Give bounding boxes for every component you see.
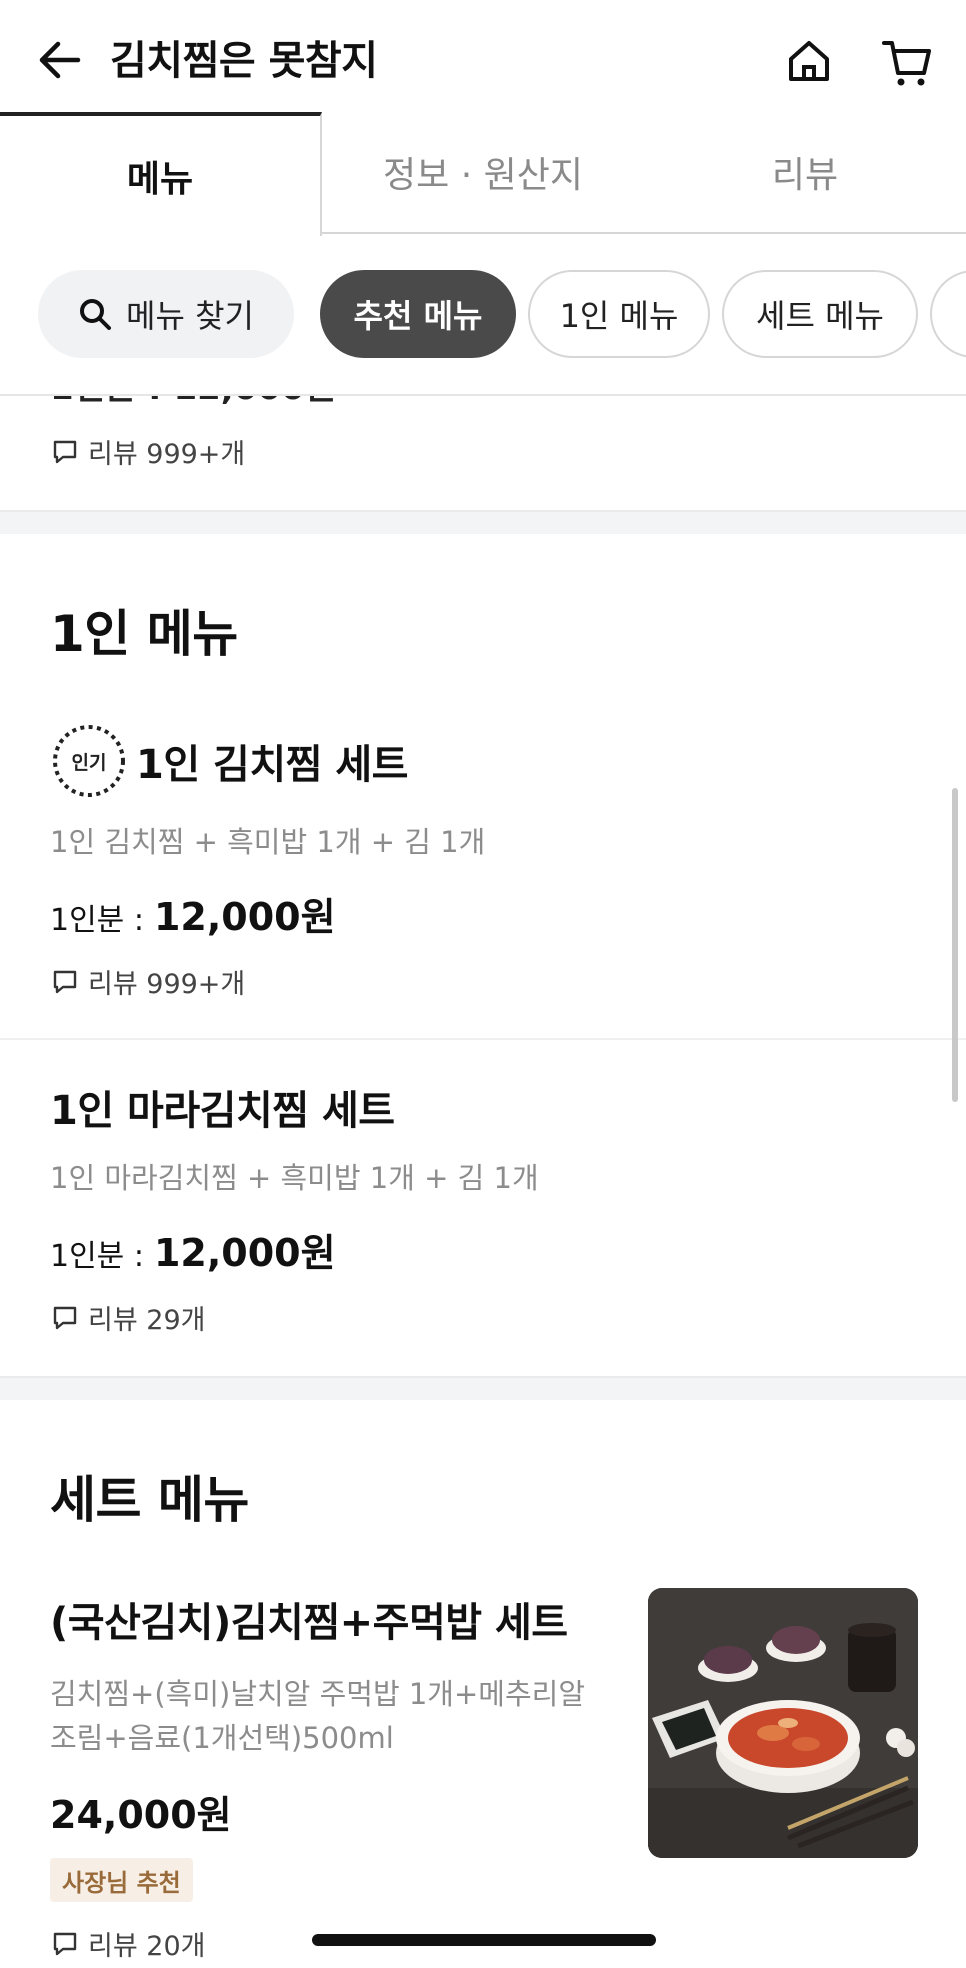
- menu-item-name: (국산김치)김치찜+주먹밥 세트: [50, 1600, 568, 1646]
- item-divider: [0, 1038, 966, 1040]
- food-photo-illustration: [648, 1588, 918, 1858]
- review-count: 리뷰 999+개: [52, 432, 245, 471]
- review-count-text: 리뷰 20개: [88, 1931, 206, 1962]
- review-count: 리뷰 999+개: [52, 962, 245, 1001]
- chip-more[interactable]: 메: [930, 270, 966, 358]
- partial-item-price: 1인분 : 12,000원: [50, 396, 336, 409]
- home-icon: [789, 41, 829, 81]
- comment-icon: [52, 1305, 78, 1331]
- store-tab-bar: 메뉴 정보 · 원산지 리뷰: [0, 112, 966, 236]
- price-value: 24,000원: [50, 1793, 232, 1837]
- arrow-left-icon: [39, 41, 81, 79]
- review-count-text: 리뷰 999+개: [88, 969, 246, 1000]
- menu-list[interactable]: 1인분 : 12,000원 리뷰 999+개 1인 메뉴 인기 1인 김치찜 세…: [0, 396, 966, 1968]
- chip-set[interactable]: 세트 메뉴: [722, 270, 918, 358]
- price-value: 12,000원: [153, 1231, 336, 1275]
- price-label: 1인분 :: [50, 903, 144, 938]
- category-chip-bar: 메뉴 찾기 추천 메뉴 1인 메뉴 세트 메뉴 메: [0, 234, 966, 396]
- price-value: 12,000원: [153, 895, 336, 939]
- vertical-scrollbar[interactable]: [952, 788, 958, 1102]
- menu-item-name: 1인 김치찜 세트: [136, 742, 408, 788]
- section-divider: [0, 1376, 966, 1400]
- menu-item-price: 24,000원: [50, 1784, 232, 1839]
- page-title: 김치찜은 못참지: [110, 38, 378, 84]
- cart-icon: [882, 41, 931, 86]
- cart-button[interactable]: [880, 36, 934, 90]
- menu-item-desc: 김치찜+(흑미)날치알 주먹밥 1개+메추리알: [50, 1677, 585, 1711]
- comment-icon: [52, 969, 78, 995]
- menu-item-desc: 1인 마라김치찜 + 흑미밥 1개 + 김 1개: [50, 1161, 539, 1195]
- comment-icon: [52, 1931, 78, 1957]
- price-label: 1인분 :: [50, 1239, 144, 1274]
- search-icon: [78, 297, 112, 331]
- section-title-set: 세트 메뉴: [50, 1471, 249, 1529]
- menu-item-desc-line2: 조림+음료(1개선택)500ml: [50, 1721, 394, 1755]
- section-divider: [0, 510, 966, 534]
- menu-item-name: 1인 마라김치찜 세트: [50, 1088, 395, 1134]
- menu-item-price: 1인분 : 12,000원: [50, 886, 336, 941]
- menu-item-desc: 1인 김치찜 + 흑미밥 1개 + 김 1개: [50, 825, 486, 859]
- tab-info-origin[interactable]: 정보 · 원산지: [322, 112, 644, 232]
- top-app-bar: 김치찜은 못참지: [0, 0, 966, 118]
- review-count: 리뷰 29개: [52, 1298, 205, 1337]
- review-count-text: 리뷰 999+개: [88, 439, 246, 470]
- menu-search-label: 메뉴 찾기: [126, 297, 254, 335]
- popular-badge: 인기: [50, 722, 128, 800]
- popular-badge-label: 인기: [71, 751, 107, 774]
- review-count-text: 리뷰 29개: [88, 1305, 206, 1336]
- owner-recommend-tag: 사장님 추천: [50, 1858, 193, 1902]
- chip-single[interactable]: 1인 메뉴: [528, 270, 710, 358]
- back-button[interactable]: [36, 36, 84, 84]
- home-button[interactable]: [784, 36, 834, 86]
- review-count: 리뷰 20개: [52, 1924, 205, 1963]
- tab-menu[interactable]: 메뉴: [0, 112, 322, 236]
- comment-icon: [52, 439, 78, 465]
- tab-reviews[interactable]: 리뷰: [644, 112, 966, 232]
- menu-item-photo[interactable]: [648, 1588, 918, 1858]
- menu-item-price: 1인분 : 12,000원: [50, 1222, 336, 1277]
- chip-recommended[interactable]: 추천 메뉴: [320, 270, 516, 358]
- home-indicator[interactable]: [312, 1934, 656, 1946]
- section-title-single: 1인 메뉴: [50, 605, 238, 663]
- menu-search-chip[interactable]: 메뉴 찾기: [38, 270, 294, 358]
